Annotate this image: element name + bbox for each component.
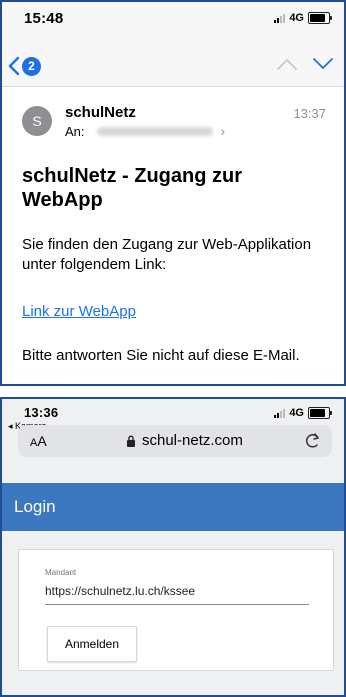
- status-indicators: 4G: [274, 407, 332, 419]
- no-reply-note: Bitte antworten Sie nicht auf diese E-Ma…: [22, 347, 300, 364]
- mail-screenshot: 15:48 4G 2 S schulNetz 13:37 An: › schul…: [0, 0, 346, 386]
- signal-icon: [274, 408, 286, 418]
- login-title: Login: [14, 497, 56, 516]
- mail-navigation-bar: 2: [2, 50, 344, 87]
- lock-icon: [127, 435, 135, 447]
- chevron-up-icon[interactable]: [276, 57, 298, 71]
- url-text: schul-netz.com: [142, 432, 243, 449]
- battery-icon: [308, 12, 332, 24]
- battery-icon: [308, 407, 332, 419]
- redacted-recipient: [96, 126, 213, 136]
- back-button[interactable]: 2: [8, 56, 41, 76]
- mail-subject: schulNetz - Zugang zur WebApp: [22, 165, 242, 211]
- input-underline: [45, 604, 309, 605]
- login-button[interactable]: Anmelden: [47, 626, 137, 662]
- chevron-down-icon[interactable]: [312, 57, 334, 71]
- status-time: 15:48: [24, 10, 64, 27]
- recipient-row[interactable]: An: ›: [65, 123, 225, 139]
- reload-icon[interactable]: [304, 430, 322, 450]
- message-nav-arrows: [276, 57, 334, 71]
- status-indicators: 4G: [274, 12, 332, 24]
- mandant-label: Mandant: [45, 568, 77, 577]
- text-size-button[interactable]: AA: [30, 433, 47, 449]
- webapp-link[interactable]: Link zur WebApp: [22, 303, 136, 320]
- chevron-left-icon: [8, 56, 20, 76]
- login-card: Mandant https://schulnetz.lu.ch/kssee An…: [18, 549, 334, 671]
- chevron-right-icon: ›: [220, 123, 226, 139]
- status-time: 13:36: [24, 405, 59, 420]
- sender-name[interactable]: schulNetz: [65, 104, 136, 121]
- unread-count-badge: 2: [22, 56, 41, 76]
- status-bar: 15:48 4G: [2, 2, 344, 32]
- network-type: 4G: [289, 12, 304, 24]
- mail-body: S schulNetz 13:37 An: › schulNetz - Zuga…: [2, 87, 344, 384]
- recipient-label: An:: [65, 123, 85, 139]
- signal-icon: [274, 13, 286, 23]
- address-bar[interactable]: AA schul-netz.com: [18, 425, 332, 457]
- mandant-input[interactable]: https://schulnetz.lu.ch/kssee: [45, 584, 195, 598]
- sender-avatar: S: [22, 106, 52, 136]
- url-display[interactable]: schul-netz.com: [126, 432, 243, 449]
- mail-body-text: Sie finden den Zugang zur Web-Applikatio…: [22, 236, 312, 273]
- received-time: 13:37: [293, 106, 326, 121]
- login-header: Login: [2, 483, 344, 531]
- browser-screenshot: 13:36 ◂ Kamera 4G AA schul-netz.com Logi…: [0, 397, 346, 697]
- network-type: 4G: [289, 407, 304, 419]
